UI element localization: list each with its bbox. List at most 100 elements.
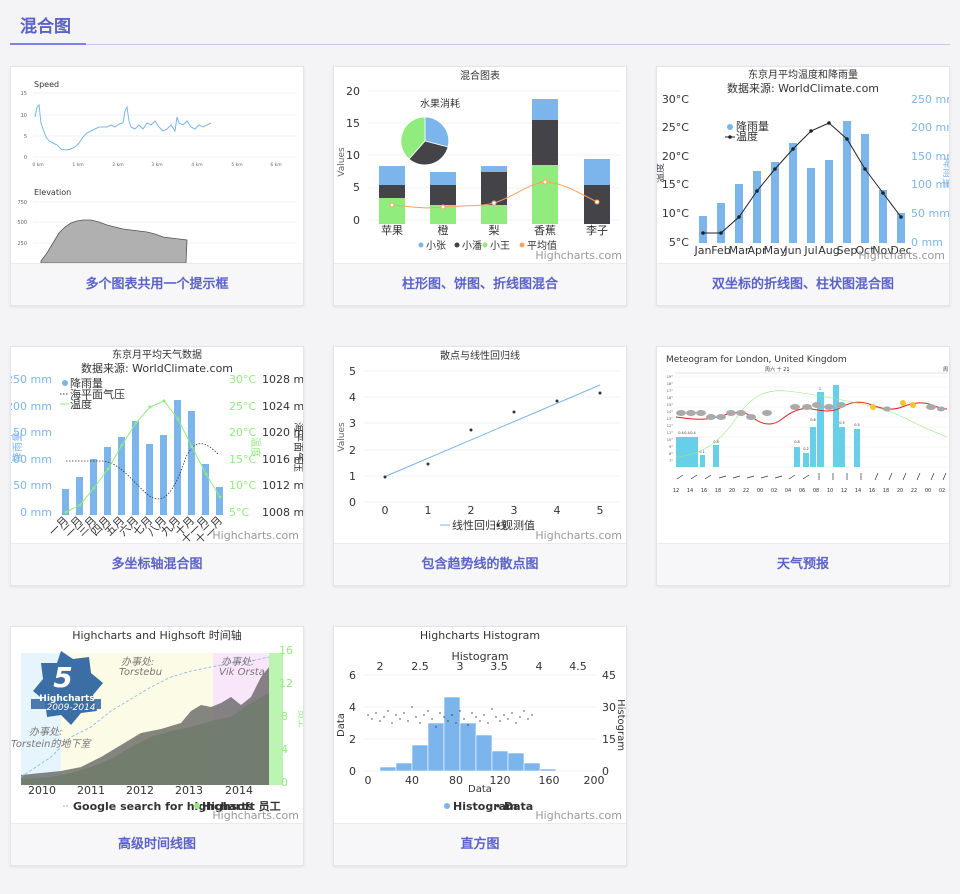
chart-card-dual-axes[interactable]: 东京月平均温度和降雨量 数据来源: WorldClimate.com 30°C … [656, 66, 950, 306]
chart-card-combo[interactable]: 混合图表 Values 20 15 10 5 0 水果消耗 苹果 橙 梨 香蕉 … [333, 66, 627, 306]
chart-card-multiple-axes[interactable]: 东京月平均天气数据 数据来源: WorldClimate.com 250 mm … [10, 346, 304, 586]
scatter-points [383, 391, 602, 479]
card-caption[interactable]: 柱形图、饼图、折线图混合 [334, 263, 626, 305]
combo-xtick: 苹果 [381, 223, 403, 237]
card-caption[interactable]: 包含趋势线的散点图 [334, 543, 626, 585]
rain-tick: 200 mm [911, 121, 949, 134]
data-xtick: 200 [584, 774, 605, 787]
year-label: 2010 [28, 784, 56, 797]
temp-tick: 13° [667, 417, 673, 421]
data-xtick: 80 [449, 774, 463, 787]
synchronized-charts-svg: Speed 15 10 5 0 0 km 1 km 2 km 3 km 4 km… [17, 80, 296, 263]
pressure-tick: 1008 m [262, 506, 303, 519]
day-label: 周 [943, 367, 948, 373]
card-caption[interactable]: 双坐标的折线图、柱状图混合图 [657, 263, 949, 305]
legend-item[interactable]: 观测值 [502, 519, 535, 532]
hour-label: 18 [715, 488, 721, 494]
legend-item[interactable]: Data [504, 800, 533, 813]
month-label: May [764, 244, 787, 257]
chart-card-histogram[interactable]: Highcharts Histogram Histogram 2 2.5 3 3… [333, 626, 627, 866]
svg-text:Torstebu: Torstebu [119, 667, 162, 678]
combo-chart-svg: 混合图表 Values 20 15 10 5 0 水果消耗 苹果 橙 梨 香蕉 … [337, 69, 622, 262]
employees-axis-title: 员工 [296, 710, 303, 728]
scatter-ytick: 0 [349, 496, 356, 509]
svg-text:0.8: 0.8 [713, 440, 719, 444]
temp-tick: 5°C [669, 236, 689, 249]
card-caption[interactable]: 多个图表共用一个提示框 [11, 263, 303, 305]
hour-label: 20 [897, 488, 903, 494]
multi-title: 东京月平均天气数据 [112, 348, 202, 361]
elevation-ytick: 250 [17, 241, 27, 247]
temperature-markers [64, 399, 222, 514]
credits-link[interactable]: Highcharts.com [212, 809, 299, 822]
rain-tick: 250 mm [911, 93, 949, 106]
card-caption[interactable]: 高级时间线图 [11, 823, 303, 865]
credits-link[interactable]: Highcharts.com [535, 529, 622, 542]
hour-label: 12 [841, 488, 847, 494]
combo-ytick: 20 [346, 85, 360, 98]
speed-xtick: 0 km [32, 162, 43, 168]
credits-link[interactable]: Highcharts.com [535, 809, 622, 822]
combo-xtick: 梨 [489, 223, 500, 237]
credits-link[interactable]: Highcharts.com [535, 249, 622, 262]
chart-card-advanced-timeline[interactable]: Highcharts and Highsoft 时间轴 5 Highcharts… [10, 626, 304, 866]
thumbnail-advanced-timeline: Highcharts and Highsoft 时间轴 5 Highcharts… [11, 627, 303, 823]
temp-tick: 17° [667, 389, 673, 393]
elevation-ytick: 500 [17, 220, 27, 226]
hour-label: 22 [743, 488, 749, 494]
chart-card-scatter-regression[interactable]: 散点与线性回归线 Values 5 4 3 2 1 0 0 1 2 3 4 5 … [333, 346, 627, 586]
thumbnail-synchronized: Speed 15 10 5 0 0 km 1 km 2 km 3 km 4 km… [11, 67, 303, 263]
thumbnail-dual-axes: 东京月平均温度和降雨量 数据来源: WorldClimate.com 30°C … [657, 67, 949, 263]
pie-title: 水果消耗 [420, 97, 460, 110]
elevation-area [40, 219, 188, 263]
card-caption[interactable]: 多坐标轴混合图 [11, 543, 303, 585]
credits-link[interactable]: Highcharts.com [858, 249, 945, 262]
pie-chart [400, 116, 450, 166]
legend-item[interactable]: 小张 [426, 240, 446, 252]
speed-xtick: 2 km [112, 162, 123, 168]
scatter-ytick: 1 [349, 470, 356, 483]
hour-label: 06 [799, 488, 805, 494]
speed-xtick: 4 km [191, 162, 202, 168]
month-label: Jun [783, 244, 801, 257]
hour-label: 04 [785, 488, 791, 494]
year-label: 2013 [175, 784, 203, 797]
employees-tick: 16 [279, 644, 293, 657]
temp-tick: 25°C [662, 121, 689, 134]
temp-tick: 30°C [229, 373, 256, 386]
card-caption[interactable]: 天气预报 [657, 543, 949, 585]
rain-axis-title: 降雨量 [941, 158, 949, 188]
svg-text:办事处:: 办事处: [29, 726, 62, 738]
timeline-title: Highcharts and Highsoft 时间轴 [72, 628, 242, 642]
legend-item[interactable]: 小王 [490, 240, 510, 252]
hour-label: 16 [701, 488, 707, 494]
pressure-tick: 1028 m [262, 373, 303, 386]
svg-text:0.2: 0.2 [803, 447, 809, 451]
speed-ytick: 15 [21, 91, 27, 97]
credits-link[interactable]: Highcharts.com [212, 529, 299, 542]
scatter-ylabel: Values [337, 422, 347, 452]
legend-item[interactable]: 温度 [736, 129, 758, 143]
temp-tick: 16° [667, 396, 673, 400]
hour-label: 14 [687, 488, 693, 494]
data-tick: 6 [349, 669, 356, 682]
badge-years: 2009-2014 [46, 703, 95, 713]
histogram-title: Highcharts Histogram [420, 629, 540, 642]
card-caption[interactable]: 直方图 [334, 823, 626, 865]
pressure-tick: 1012 m [262, 479, 303, 492]
chart-card-meteogram[interactable]: Meteogram for London, United Kingdom 周六 … [656, 346, 950, 586]
chart-card-synchronized[interactable]: Speed 15 10 5 0 0 km 1 km 2 km 3 km 4 km… [10, 66, 304, 306]
hour-label: 02 [939, 488, 945, 494]
temperature-line [703, 122, 902, 234]
speed-xtick: 6 km [270, 162, 281, 168]
combo-title: 混合图表 [460, 69, 500, 82]
legend-item[interactable]: 小潘 [462, 240, 482, 252]
legend-item[interactable]: 温度 [70, 397, 92, 411]
svg-text:Torstein的地下室: Torstein的地下室 [11, 738, 93, 750]
data-xtick: 160 [539, 774, 560, 787]
page-title: 混合图 [20, 17, 71, 37]
svg-text:1: 1 [819, 387, 821, 391]
histogram-tick: 45 [602, 669, 616, 682]
data-tick: 0 [349, 765, 356, 778]
temp-tick: 25°C [229, 400, 256, 413]
